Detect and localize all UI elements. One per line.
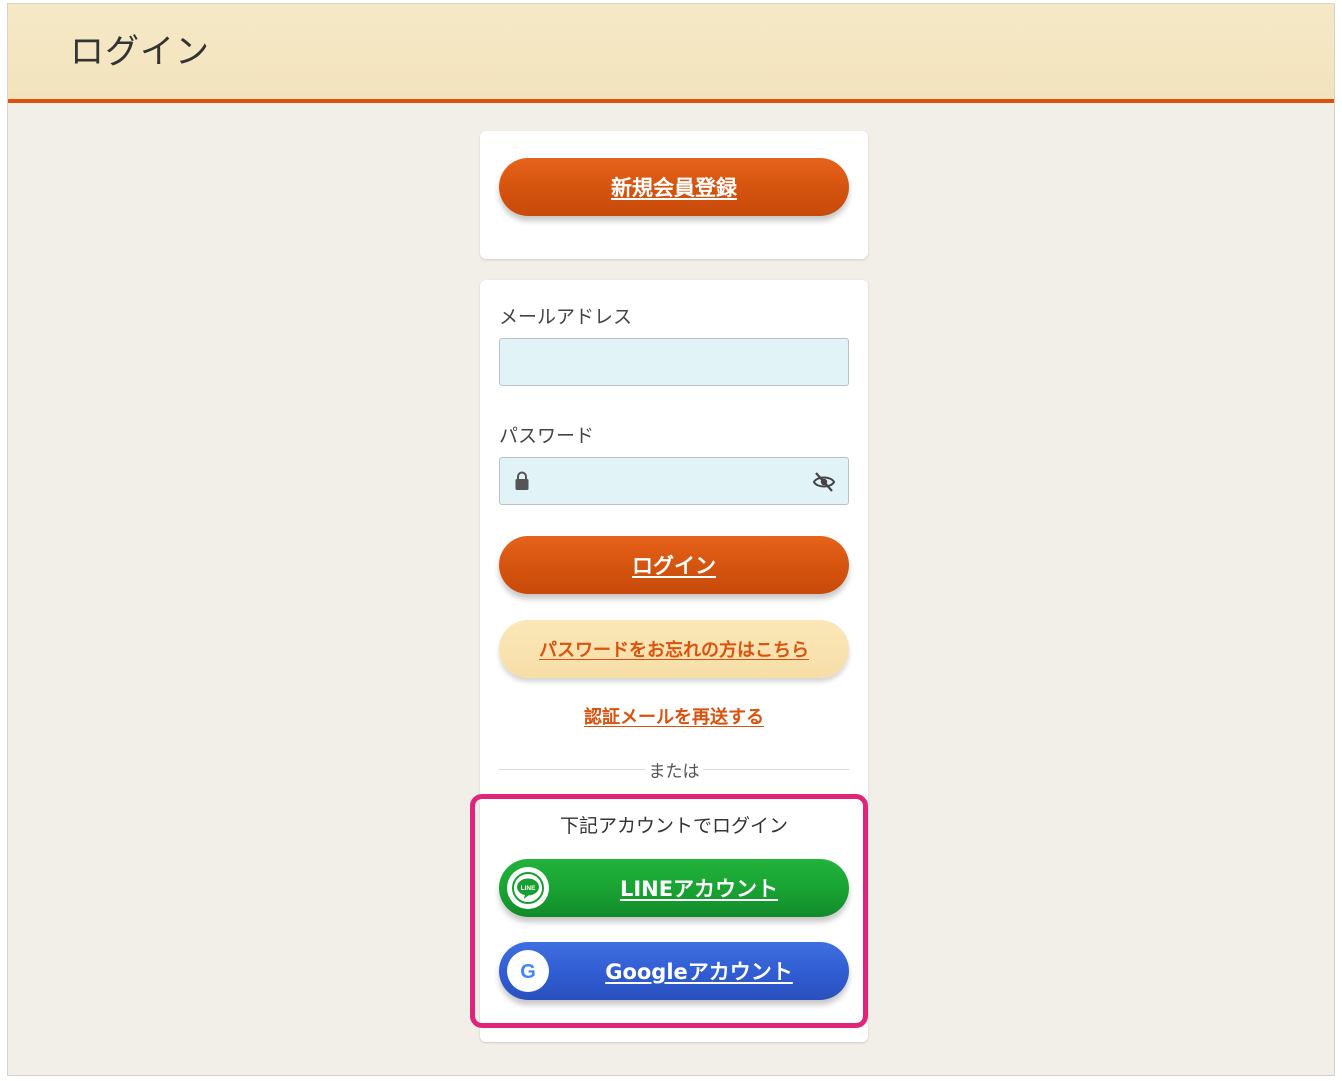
eye-off-icon[interactable]: [812, 471, 836, 497]
password-field[interactable]: [544, 458, 808, 506]
line-icon-text: LINE: [521, 885, 536, 892]
google-login-button[interactable]: G Googleアカウント: [499, 942, 849, 1000]
google-button-label: Googleアカウント: [605, 960, 793, 984]
google-icon-text: G: [520, 961, 536, 983]
line-login-button[interactable]: LINE LINEアカウント: [499, 859, 849, 917]
register-button[interactable]: 新規会員登録: [499, 158, 849, 216]
resend-mail-link[interactable]: 認証メールを再送する: [480, 703, 868, 729]
login-card: メールアドレス パスワード ログイン パスワードをお忘れの方はこちら 認証メール…: [480, 280, 868, 1042]
email-field-wrapper: [499, 338, 849, 387]
page-header: ログイン: [8, 4, 1334, 103]
password-label: パスワード: [499, 425, 595, 447]
social-login-caption: 下記アカウントでログイン: [559, 815, 788, 837]
page-title: ログイン: [70, 32, 210, 72]
email-label: メールアドレス: [499, 306, 633, 328]
lock-icon: [514, 471, 530, 495]
login-button[interactable]: ログイン: [499, 536, 849, 594]
or-divider: または: [499, 757, 849, 782]
page-frame: ログイン 新規会員登録 メールアドレス パスワード ログイン パスワードをお忘れ…: [7, 3, 1335, 1076]
email-field[interactable]: [510, 339, 814, 387]
forgot-password-button[interactable]: パスワードをお忘れの方はこちら: [499, 620, 849, 678]
divider-line-right: [703, 769, 849, 770]
line-logo-icon: LINE: [507, 867, 549, 909]
register-card: 新規会員登録: [480, 131, 868, 259]
line-button-label: LINEアカウント: [619, 877, 779, 901]
google-logo-icon: G: [507, 950, 549, 992]
password-field-wrapper: [499, 457, 849, 506]
